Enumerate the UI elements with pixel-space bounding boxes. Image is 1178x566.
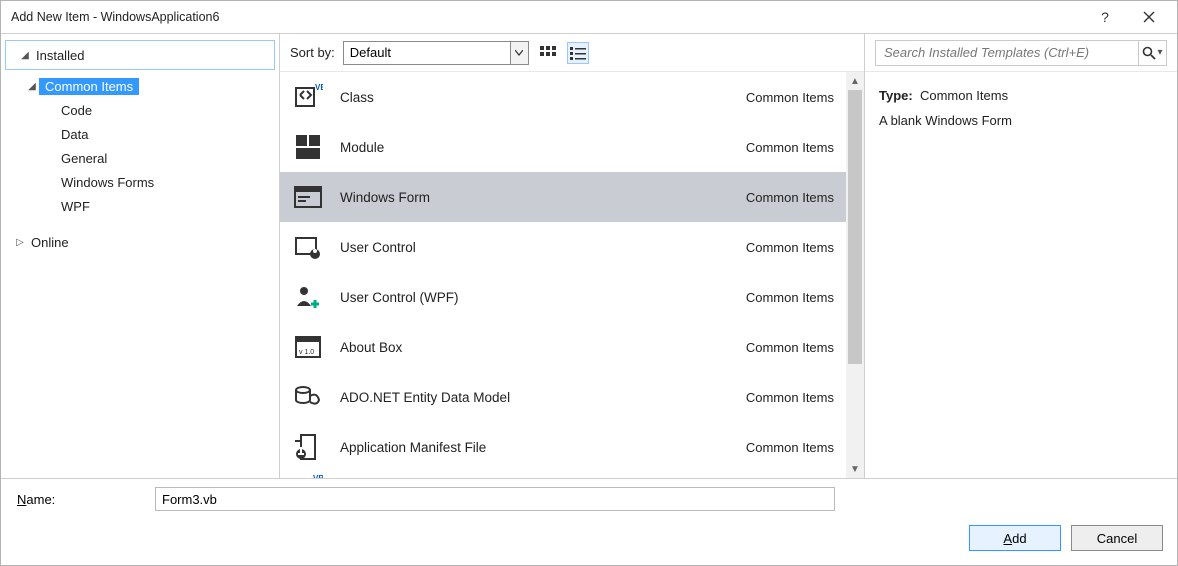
search-bar: ▾ — [865, 34, 1177, 72]
sort-by-dropdown[interactable]: Default — [343, 41, 529, 65]
chevron-down-icon: ◢ — [25, 81, 39, 92]
template-category: Common Items — [746, 140, 834, 155]
type-value: Common Items — [920, 88, 1008, 103]
search-input[interactable] — [876, 45, 1138, 60]
tree-node-data[interactable]: Data — [1, 122, 279, 146]
svg-text:v 1.0: v 1.0 — [299, 349, 314, 356]
template-category: Common Items — [746, 240, 834, 255]
tree-node-installed[interactable]: ◢ Installed — [5, 40, 275, 70]
template-item[interactable]: User Control (WPF) Common Items — [280, 272, 846, 322]
add-button[interactable]: Add — [969, 525, 1061, 551]
scrollbar[interactable]: ▲ ▼ — [846, 72, 864, 478]
tree-label: General — [57, 150, 111, 167]
template-icon: VB — [292, 81, 324, 113]
template-name: User Control (WPF) — [340, 290, 730, 305]
tree-label: Windows Forms — [57, 174, 158, 191]
template-category: Common Items — [746, 440, 834, 455]
type-line: Type: Common Items — [879, 88, 1163, 103]
template-item[interactable]: v 1.0 About Box Common Items — [280, 322, 846, 372]
dialog-footer: Name: Add Cancel — [1, 478, 1177, 565]
template-pane: Sort by: Default VBClassCommon ItemsModu… — [279, 34, 865, 478]
button-row: Add Cancel — [15, 521, 1163, 557]
template-icon — [292, 431, 324, 463]
titlebar: Add New Item - WindowsApplication6 ? — [1, 1, 1177, 33]
template-name: Module — [340, 140, 730, 155]
view-small-icons-button[interactable] — [567, 42, 589, 64]
dialog-window: Add New Item - WindowsApplication6 ? ◢ I… — [0, 0, 1178, 566]
template-icon — [292, 181, 324, 213]
template-item[interactable]: ADO.NET Entity Data Model Common Items — [280, 372, 846, 422]
category-tree: ◢ Installed ◢ Common Items Code Data Gen… — [1, 34, 279, 478]
svg-text:VB: VB — [315, 83, 323, 92]
cancel-button[interactable]: Cancel — [1071, 525, 1163, 551]
template-item[interactable]: VB Class Common Items — [280, 72, 846, 122]
template-list-wrap: VBClassCommon ItemsModuleCommon ItemsWin… — [280, 72, 864, 478]
tree-label: Data — [57, 126, 92, 143]
tree-node-windows-forms[interactable]: Windows Forms — [1, 170, 279, 194]
template-item[interactable]: User Control Common Items — [280, 222, 846, 272]
view-medium-icons-button[interactable] — [537, 42, 559, 64]
template-icon — [292, 131, 324, 163]
scroll-up-icon[interactable]: ▲ — [846, 72, 864, 90]
template-name: About Box — [340, 340, 730, 355]
tree-node-wpf[interactable]: WPF — [1, 194, 279, 218]
template-name: Class — [340, 90, 730, 105]
template-item[interactable]: Application Manifest File Common Items — [280, 422, 846, 472]
tree-label: Online — [27, 234, 73, 251]
description: A blank Windows Form — [879, 113, 1163, 128]
template-name: Windows Form — [340, 190, 730, 205]
template-category: Common Items — [746, 390, 834, 405]
right-pane: ▾ Type: Common Items A blank Windows For… — [865, 34, 1177, 478]
search-input-wrap: ▾ — [875, 40, 1167, 66]
chevron-right-icon: ▷ — [13, 237, 27, 248]
tree-node-common-items[interactable]: ◢ Common Items — [1, 74, 279, 98]
name-input[interactable] — [155, 487, 835, 511]
sort-by-label: Sort by: — [290, 45, 335, 60]
template-category: Common Items — [746, 90, 834, 105]
name-row: Name: — [15, 487, 1163, 511]
template-name: ADO.NET Entity Data Model — [340, 390, 730, 405]
sort-by-value: Default — [344, 45, 510, 60]
tree-label: Code — [57, 102, 96, 119]
chevron-down-icon — [510, 42, 528, 64]
template-category: Common Items — [746, 340, 834, 355]
template-icon — [292, 381, 324, 413]
tree-node-general[interactable]: General — [1, 146, 279, 170]
scroll-track[interactable] — [846, 90, 864, 460]
type-label: Type: — [879, 88, 913, 103]
template-icon: v 1.0 — [292, 331, 324, 363]
dialog-body: ◢ Installed ◢ Common Items Code Data Gen… — [1, 33, 1177, 478]
window-title: Add New Item - WindowsApplication6 — [11, 10, 1083, 24]
template-icon — [292, 281, 324, 313]
template-name: Application Manifest File — [340, 440, 730, 455]
detail-pane: Type: Common Items A blank Windows Form — [865, 72, 1177, 144]
template-icon — [292, 231, 324, 263]
help-button[interactable]: ? — [1083, 3, 1127, 31]
template-category: Common Items — [746, 290, 834, 305]
close-button[interactable] — [1127, 3, 1171, 31]
scroll-thumb[interactable] — [848, 90, 862, 364]
template-item[interactable]: Windows Form Common Items — [280, 172, 846, 222]
search-icon[interactable]: ▾ — [1138, 41, 1166, 65]
tree-node-online[interactable]: ▷ Online — [1, 230, 279, 254]
template-category: Common Items — [746, 190, 834, 205]
tree-node-code[interactable]: Code — [1, 98, 279, 122]
tree-label: WPF — [57, 198, 94, 215]
center-toolbar: Sort by: Default — [280, 34, 864, 72]
template-name: User Control — [340, 240, 730, 255]
template-list[interactable]: VBClassCommon ItemsModuleCommon ItemsWin… — [280, 72, 846, 478]
tree-label: Installed — [32, 47, 88, 64]
name-label: Name: — [15, 492, 145, 507]
chevron-down-icon: ◢ — [18, 50, 32, 61]
template-item[interactable]: Module Common Items — [280, 122, 846, 172]
scroll-down-icon[interactable]: ▼ — [846, 460, 864, 478]
tree-label: Common Items — [39, 78, 139, 95]
